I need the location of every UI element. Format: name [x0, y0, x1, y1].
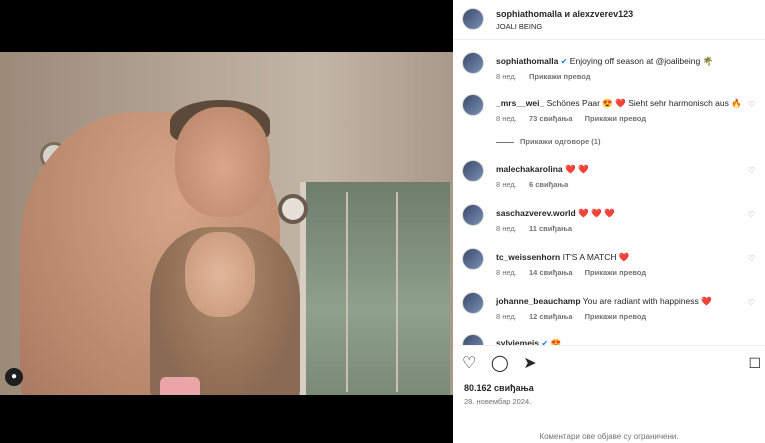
comment-text: You are radiant with happiness ❤️ [582, 296, 712, 306]
photo-window [300, 182, 450, 395]
comment-username[interactable]: _mrs__wei_ [496, 98, 544, 108]
avatar[interactable] [462, 248, 484, 270]
heart-outline-icon[interactable]: ♡ [462, 353, 476, 373]
caption-age: 8 нед. [496, 72, 517, 81]
caption-text: Enjoying off season at @joalibeing 🌴 [569, 56, 714, 66]
comment-text: 😍 [550, 338, 562, 345]
photo-person-head [185, 232, 255, 317]
post-details-panel: sophiathomalla и alexzverev123 JOALI BEI… [453, 0, 765, 443]
comment-username[interactable]: sylviemeis [496, 338, 539, 345]
heart-outline-icon[interactable]: ♡ [748, 100, 755, 109]
translate-button[interactable]: Прикажи превод [585, 312, 647, 321]
view-replies-button[interactable]: Прикажи одговоре (1) [496, 137, 600, 146]
comment-age: 8 нед. [496, 268, 517, 277]
heart-outline-icon[interactable]: ♡ [748, 166, 755, 175]
comment-username[interactable]: saschazverev.world [496, 208, 576, 218]
post-header: sophiathomalla и alexzverev123 JOALI BEI… [453, 0, 765, 40]
comment-likes[interactable]: 73 свиђања [529, 114, 573, 123]
comments-list[interactable]: sophiathomalla ✔ Enjoying off season at … [453, 40, 765, 345]
comment-username[interactable]: tc_weissenhorn [496, 252, 560, 262]
photo-person-head [175, 107, 270, 217]
avatar[interactable] [462, 8, 484, 30]
comment-age: 8 нед. [496, 114, 517, 123]
comment-bubble-icon[interactable]: ◯ [491, 353, 509, 373]
comment-age: 8 нед. [496, 312, 517, 321]
comment-likes[interactable]: 12 свиђања [529, 312, 573, 321]
comment-text: IT'S A MATCH ❤️ [562, 252, 630, 262]
post-likes-count[interactable]: 80.162 свиђања [464, 383, 534, 393]
photo-wall-lamp [278, 194, 308, 224]
comments-limited-notice: Коментари ове објаве су ограничени. [539, 432, 679, 441]
avatar[interactable] [462, 52, 484, 74]
replies-line [496, 141, 514, 143]
avatar[interactable] [462, 160, 484, 182]
post-date: 28. новембар 2024. [464, 397, 532, 406]
comment-likes[interactable]: 11 свиђања [529, 224, 572, 233]
avatar[interactable] [462, 292, 484, 314]
comment-likes[interactable]: 6 свиђања [529, 180, 568, 189]
heart-outline-icon[interactable]: ♡ [748, 254, 755, 263]
avatar[interactable] [462, 204, 484, 226]
comment-text: ❤️ ❤️ ❤️ [578, 208, 615, 218]
comment-username[interactable]: johanne_beauchamp [496, 296, 581, 306]
verified-badge-icon: ✔ [560, 57, 568, 66]
bookmark-icon[interactable]: ☐ [748, 355, 761, 372]
translate-button[interactable]: Прикажи превод [585, 114, 647, 123]
translate-button[interactable]: Прикажи превод [585, 268, 647, 277]
comment-age: 8 нед. [496, 180, 517, 189]
heart-outline-icon[interactable]: ♡ [748, 210, 755, 219]
comment-age: 8 нед. [496, 224, 517, 233]
post-photo[interactable] [0, 52, 453, 395]
heart-outline-icon[interactable]: ♡ [748, 298, 755, 307]
comment-likes[interactable]: 14 свиђања [529, 268, 573, 277]
photo-pink-top [160, 377, 200, 395]
comment-text: ❤️ ❤️ [565, 164, 589, 174]
avatar[interactable] [462, 334, 484, 345]
comment-text: Schönes Paar 😍 ❤️ Sieht sehr harmonisch … [546, 98, 742, 108]
avatar[interactable] [462, 94, 484, 116]
post-media-panel: ● [0, 0, 453, 443]
translate-button[interactable]: Прикажи превод [529, 72, 591, 81]
caption-username[interactable]: sophiathomalla [496, 56, 558, 66]
paper-plane-icon[interactable]: ➤ [523, 353, 536, 373]
post-actions: ♡ ◯ ➤ ☐ 80.162 свиђања 28. новембар 2024… [453, 345, 765, 443]
post-authors[interactable]: sophiathomalla и alexzverev123 [496, 9, 633, 19]
user-tag-icon[interactable]: ● [5, 368, 23, 386]
post-location[interactable]: JOALI BEING [496, 22, 542, 31]
comment-username[interactable]: malechakarolina [496, 164, 563, 174]
